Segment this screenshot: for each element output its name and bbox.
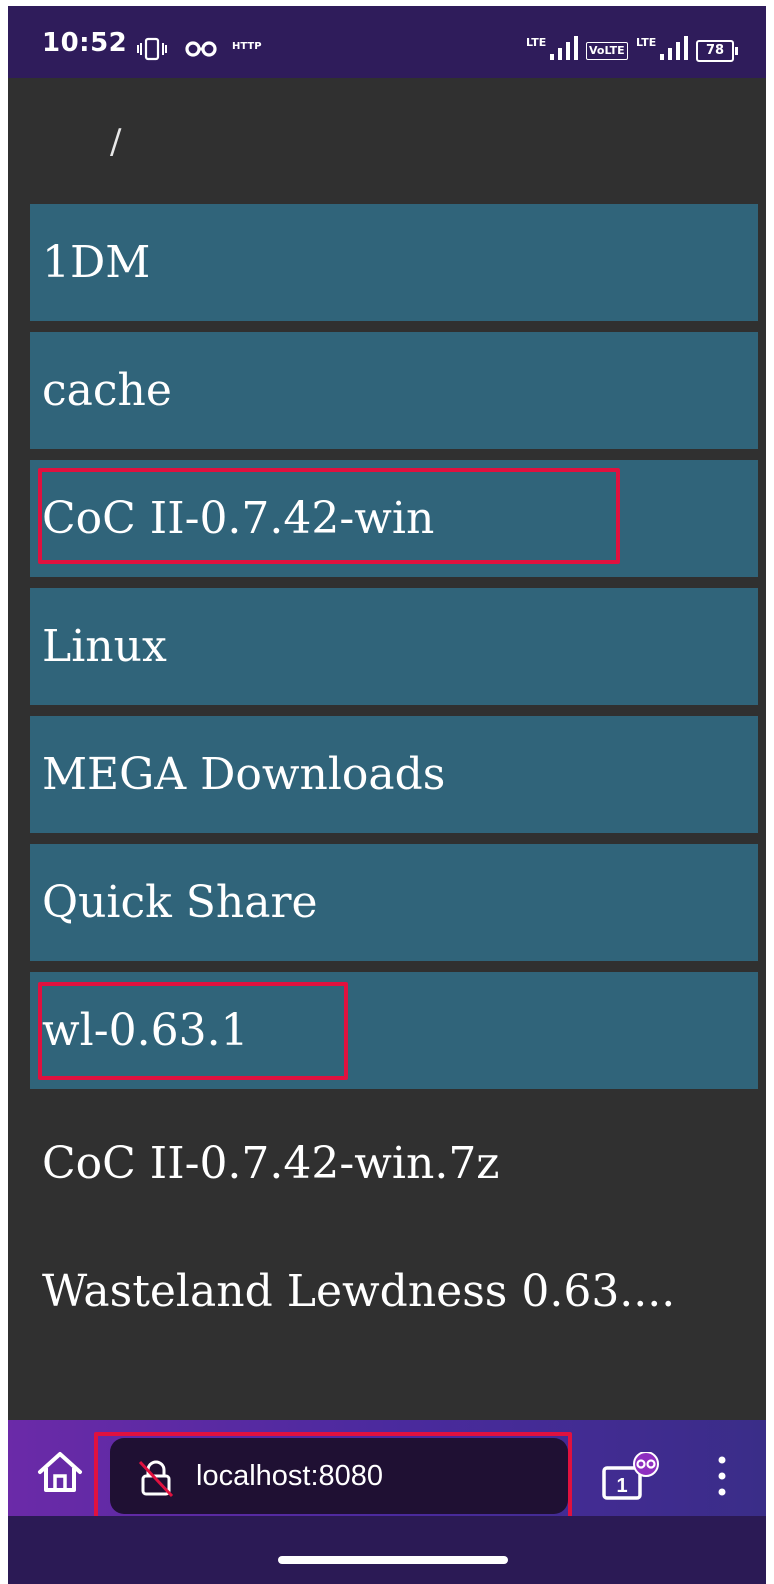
status-bar: 10:52 HTTP LTE VoLTE LTE 78 (8, 6, 766, 78)
lte-label-2: LTE (636, 36, 657, 49)
file-item-coc-7z[interactable]: CoC II-0.7.42-win.7z (30, 1100, 758, 1228)
battery-indicator: 78 (696, 40, 738, 62)
lte-label-1: LTE (526, 36, 547, 49)
status-time: 10:52 (42, 28, 128, 58)
dir-item-mega-downloads[interactable]: MEGA Downloads (30, 716, 758, 833)
file-list: 1DM cache CoC II-0.7.42-win Linux MEGA D… (30, 204, 758, 1356)
home-gesture-pill[interactable] (278, 1556, 508, 1564)
dir-item-coc-win[interactable]: CoC II-0.7.42-win (30, 460, 758, 577)
signal-icon-1 (550, 36, 578, 60)
incognito-icon (185, 41, 217, 57)
dir-item-1dm[interactable]: 1DM (30, 204, 758, 321)
system-nav-bar (8, 1516, 766, 1584)
volte-badge: VoLTE (586, 42, 628, 60)
dir-item-wl[interactable]: wl-0.63.1 (30, 972, 758, 1089)
vibrate-icon (137, 37, 167, 61)
dir-item-quick-share[interactable]: Quick Share (30, 844, 758, 961)
signal-icon-2 (660, 36, 688, 60)
dir-item-linux[interactable]: Linux (30, 588, 758, 705)
phone-screen: 10:52 HTTP LTE VoLTE LTE 78 / 1DM cache … (8, 6, 766, 1584)
tab-switcher-icon[interactable]: 1 (600, 1452, 664, 1504)
breadcrumb[interactable]: / (110, 122, 121, 162)
more-vert-icon[interactable] (712, 1454, 732, 1498)
file-item-wasteland[interactable]: Wasteland Lewdness 0.63.... (30, 1228, 758, 1356)
svg-text:1: 1 (616, 1475, 627, 1497)
home-icon[interactable] (36, 1450, 84, 1494)
highlight-url-bar (94, 1432, 572, 1522)
http-label: HTTP (232, 41, 262, 52)
dir-item-cache[interactable]: cache (30, 332, 758, 449)
browser-toolbar: localhost:8080 1 (8, 1420, 766, 1522)
